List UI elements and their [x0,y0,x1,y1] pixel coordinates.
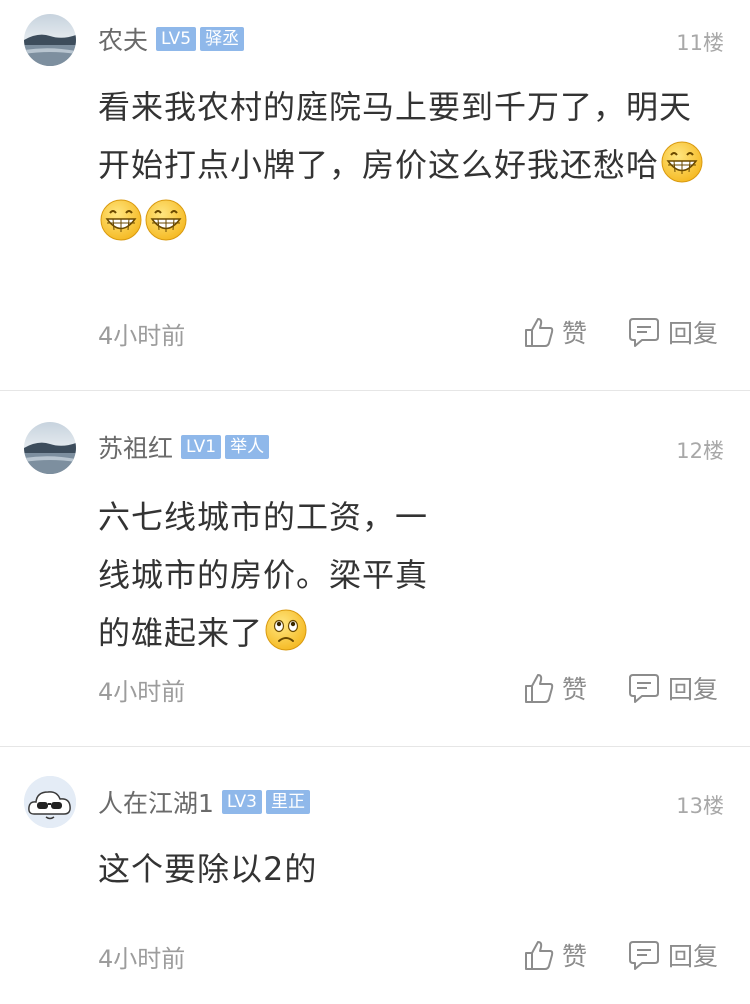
level-badge: LV1 [181,435,222,459]
grin-emoji-icon [145,199,187,241]
timestamp: 4小时前 [98,322,186,350]
comment-content: 六七线城市的工资，一线城市的房价。梁平真的雄起来了 [98,488,458,662]
avatar[interactable] [24,14,76,66]
username[interactable]: 人在江湖1 [98,784,214,820]
comment-icon [629,674,659,703]
sad-emoji-icon [265,609,307,651]
like-label: 赞 [562,319,588,348]
title-badge: 举人 [225,435,270,459]
level-badge: LV3 [221,790,262,814]
thumbs-up-icon [525,674,554,703]
reply-button[interactable]: 回复 [628,314,718,350]
cloud-sunglasses-avatar-icon [24,776,76,828]
comment-text: 这个要除以2的 [98,850,318,888]
user-line: 人在江湖1 LV3 里正 [98,784,314,820]
divider [0,390,750,391]
comment-icon [629,941,659,970]
grin-emoji-icon [100,199,142,241]
like-label: 赞 [562,942,588,971]
reply-button[interactable]: 回复 [628,670,718,706]
like-button[interactable]: 赞 [524,314,587,350]
comment-text: 看来我农村的庭院马上要到千万了，明天开始打点小牌了，房价这么好我还愁哈 [98,88,693,184]
thumbs-up-icon [525,318,554,347]
floor-number: 11楼 [676,31,724,55]
comment-text: 六七线城市的工资，一线城市的房价。梁平真的雄起来了 [98,498,429,652]
title-badge: 驿丞 [200,27,245,51]
comment-icon [629,318,659,347]
divider [0,746,750,747]
landscape-avatar-icon [24,14,76,66]
landscape-avatar-icon [24,422,76,474]
level-badge: LV5 [156,27,197,51]
user-line: 苏祖红 LV1 举人 [98,429,273,465]
like-button[interactable]: 赞 [524,937,587,973]
like-button[interactable]: 赞 [524,670,587,706]
timestamp: 4小时前 [98,678,186,706]
username[interactable]: 苏祖红 [98,429,173,465]
avatar[interactable] [24,422,76,474]
reply-button[interactable]: 回复 [628,937,718,973]
like-label: 赞 [562,675,588,704]
title-badge: 里正 [265,790,310,814]
username[interactable]: 农夫 [98,21,148,57]
comment-content: 这个要除以2的 [98,840,708,898]
comment-content: 看来我农村的庭院马上要到千万了，明天开始打点小牌了，房价这么好我还愁哈 [98,78,708,252]
floor-number: 13楼 [676,794,724,818]
grin-emoji-icon [661,141,703,183]
reply-label: 回复 [668,942,719,971]
avatar[interactable] [24,776,76,828]
user-line: 农夫 LV5 驿丞 [98,21,248,57]
reply-label: 回复 [668,675,719,704]
timestamp: 4小时前 [98,945,186,973]
thumbs-up-icon [525,941,554,970]
floor-number: 12楼 [676,439,724,463]
reply-label: 回复 [668,319,719,348]
